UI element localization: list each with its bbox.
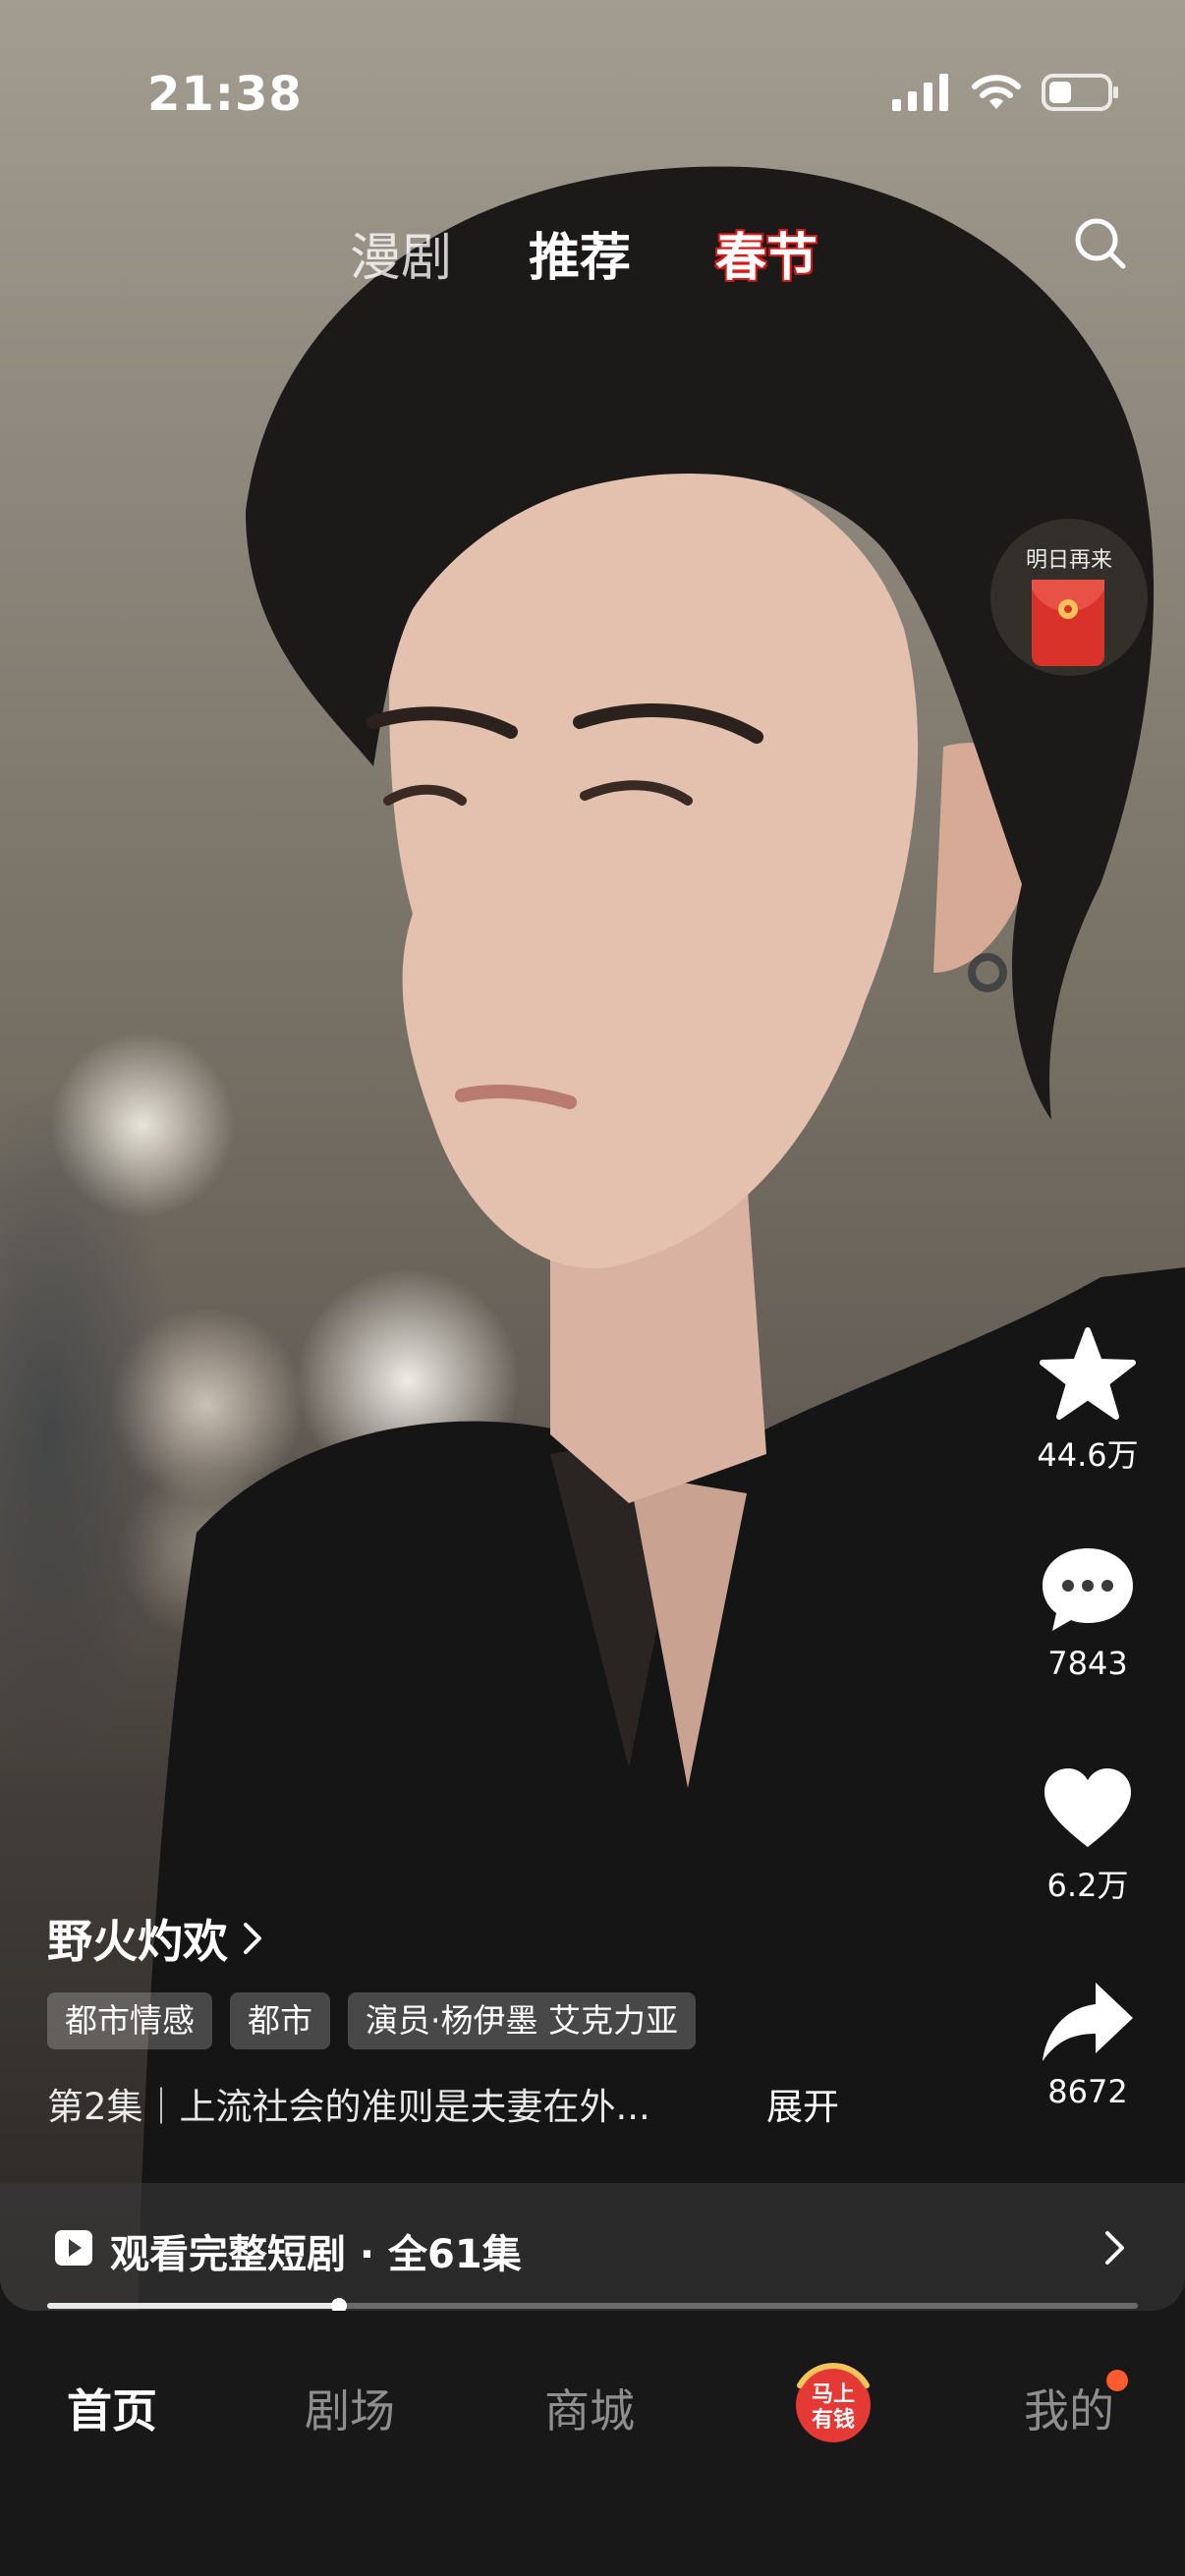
star-icon (1040, 1327, 1136, 1420)
red-envelope-icon (1032, 580, 1104, 666)
share-count: 8672 (1047, 2073, 1128, 2110)
drama-title-link[interactable]: 野火灼欢 (47, 1906, 263, 1971)
chevron-right-icon (1105, 2231, 1124, 2265)
tab-manju[interactable]: 漫剧 (350, 216, 452, 290)
wifi-icon (972, 75, 1021, 109)
play-icon (55, 2230, 92, 2266)
search-icon[interactable] (1073, 216, 1128, 271)
favorite-button[interactable]: 44.6万 (1022, 1326, 1154, 1476)
share-icon (1043, 1983, 1133, 2061)
progress-fill (47, 2303, 340, 2309)
favorite-count: 44.6万 (1037, 1436, 1139, 1474)
episode-description: 第2集｜上流社会的准则是夫妻在外... (47, 2086, 650, 2128)
drama-tags: 都市情感 都市 演员·杨伊墨 艾克力亚 (47, 1992, 696, 2049)
app-screen: 21:38 漫剧 推荐 春节 明日再来 44.6万 7843 6.2万 8672… (0, 0, 1185, 2576)
nav-promo-badge[interactable]: 马上 有钱 (786, 2356, 880, 2450)
comment-icon (1043, 1548, 1133, 1631)
red-envelope-widget[interactable]: 明日再来 (990, 519, 1148, 676)
like-count: 6.2万 (1046, 1867, 1129, 1904)
nav-home[interactable]: 首页 (67, 2376, 157, 2440)
cellular-signal-icon (892, 74, 948, 111)
tab-recommend[interactable]: 推荐 (529, 216, 631, 290)
nav-theater[interactable]: 剧场 (305, 2376, 395, 2440)
share-button[interactable]: 8672 (1022, 1979, 1154, 2110)
drama-title: 野火灼欢 (47, 1915, 228, 1968)
bottom-nav: 首页 剧场 商城 马上 有钱 我的 (0, 2311, 1185, 2576)
comment-count: 7843 (1047, 1645, 1128, 1682)
promo-line-1: 马上 (812, 2382, 855, 2407)
watch-full-label: 观看完整短剧 · 全61集 (110, 2232, 522, 2277)
tag[interactable]: 都市 (230, 1992, 330, 2049)
nav-mine[interactable]: 我的 (1024, 2376, 1114, 2440)
battery-icon (1042, 74, 1118, 111)
heart-icon (1044, 1768, 1131, 1847)
comment-button[interactable]: 7843 (1022, 1544, 1154, 1682)
nav-mall[interactable]: 商城 (544, 2376, 635, 2440)
like-button[interactable]: 6.2万 (1022, 1764, 1154, 1906)
tab-spring-festival[interactable]: 春节 (715, 216, 818, 290)
chevron-right-icon (244, 1923, 261, 1954)
status-time: 21:38 (147, 67, 303, 122)
video-progress-bar[interactable] (47, 2298, 1138, 2314)
watch-full-drama-bar[interactable]: 观看完整短剧 · 全61集 (0, 2183, 1185, 2311)
envelope-label: 明日再来 (1025, 548, 1112, 573)
notification-dot (1106, 2370, 1128, 2391)
tag[interactable]: 演员·杨伊墨 艾克力亚 (348, 1992, 696, 2049)
promo-line-2: 有钱 (812, 2407, 855, 2433)
expand-button[interactable]: 展开 (766, 2077, 839, 2130)
tag[interactable]: 都市情感 (47, 1992, 212, 2049)
status-icons (892, 73, 1120, 112)
